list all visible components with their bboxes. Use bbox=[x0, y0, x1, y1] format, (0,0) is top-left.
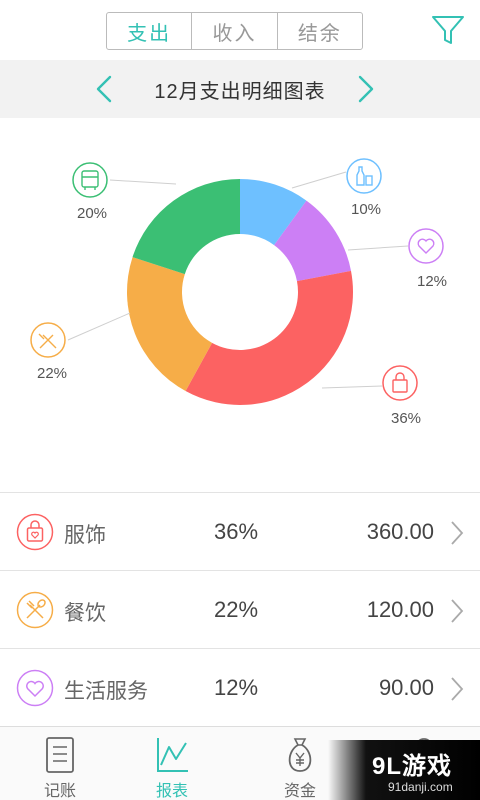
shopping-bag-icon bbox=[382, 365, 418, 401]
list-item-clothing[interactable]: 服饰 36% 360.00 bbox=[0, 492, 480, 570]
month-title: 12月支出明细图表 bbox=[154, 80, 326, 103]
tab-balance[interactable]: 结余 bbox=[278, 13, 362, 49]
list-item-amount: 360.00 bbox=[366, 519, 434, 544]
tab-income[interactable]: 收入 bbox=[192, 13, 278, 49]
shopping-bag-icon bbox=[16, 513, 54, 551]
chevron-right-icon bbox=[451, 677, 464, 701]
donut-chart: 10% 12% 36% 22% 20% bbox=[30, 158, 447, 427]
bus-icon bbox=[72, 162, 108, 198]
nav-item-report[interactable]: 报表 bbox=[112, 727, 232, 800]
slice-percent-label: 12% bbox=[417, 273, 447, 290]
slice-percent-label: 22% bbox=[37, 365, 67, 382]
notebook-icon bbox=[46, 737, 74, 773]
watermark-title: 9L游戏 bbox=[372, 753, 453, 780]
expense-chart: 10% 12% 36% 22% 20% bbox=[0, 118, 480, 490]
list-item-name: 餐饮 bbox=[64, 602, 106, 625]
leader-line bbox=[291, 171, 347, 189]
list-item-dining[interactable]: 餐饮 22% 120.00 bbox=[0, 570, 480, 648]
pie-slice[interactable] bbox=[185, 270, 354, 405]
list-item-percent: 12% bbox=[213, 675, 259, 700]
list-item-percent: 36% bbox=[213, 519, 259, 544]
nav-item-bookkeeping[interactable]: 记账 bbox=[0, 727, 120, 800]
prev-month-button[interactable] bbox=[90, 74, 120, 104]
slice-percent-label: 36% bbox=[391, 410, 421, 427]
chevron-right-icon bbox=[451, 521, 464, 545]
list-item-amount: 90.00 bbox=[378, 675, 434, 700]
nav-label: 报表 bbox=[155, 783, 188, 800]
watermark-url: 91danji.com bbox=[388, 780, 453, 794]
slice-percent-label: 20% bbox=[77, 205, 107, 222]
month-bar: 12月支出明细图表 bbox=[0, 60, 480, 118]
filter-icon[interactable] bbox=[430, 12, 466, 48]
heart-icon bbox=[408, 228, 444, 264]
list-item-amount: 120.00 bbox=[366, 597, 434, 622]
list-item-name: 生活服务 bbox=[64, 680, 148, 703]
nav-label: 记账 bbox=[43, 783, 76, 800]
leader-line bbox=[67, 312, 131, 341]
watermark-logo: 9L游戏 91danji.com bbox=[328, 740, 480, 800]
leader-line bbox=[109, 179, 177, 185]
next-month-button[interactable] bbox=[350, 74, 380, 104]
list-item-percent: 22% bbox=[213, 597, 259, 622]
chevron-right-icon bbox=[451, 599, 464, 623]
list-item-name: 服饰 bbox=[64, 524, 106, 547]
money-bag-icon bbox=[288, 738, 312, 772]
chart-icon bbox=[157, 738, 188, 772]
heart-icon bbox=[16, 669, 54, 707]
utensils-icon bbox=[16, 591, 54, 629]
slice-percent-label: 10% bbox=[351, 201, 381, 218]
leader-line bbox=[347, 245, 409, 251]
list-item-life-service[interactable]: 生活服务 12% 90.00 bbox=[0, 648, 480, 726]
category-list: 服饰 36% 360.00 餐饮 22% 120.00 生活服务 12% 90.… bbox=[0, 492, 480, 726]
leader-line bbox=[321, 385, 383, 389]
type-segmented-control: 支出 收入 结余 bbox=[106, 12, 363, 50]
pie-slice[interactable] bbox=[132, 179, 240, 275]
tab-expense[interactable]: 支出 bbox=[107, 13, 193, 49]
